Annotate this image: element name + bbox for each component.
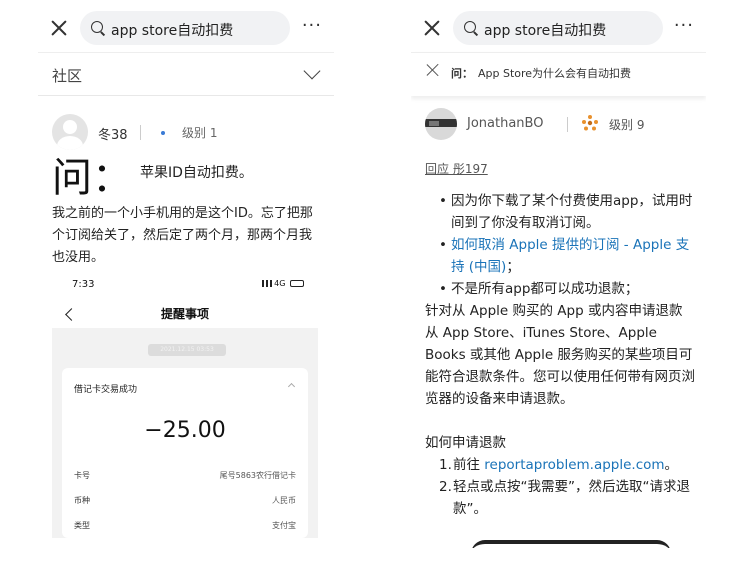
- reply-to-link[interactable]: 回应 彤197: [425, 160, 488, 177]
- level-badge-icon: [582, 115, 598, 131]
- battery-icon: [290, 280, 304, 287]
- card-row: 币种 人民币: [74, 495, 296, 506]
- more-icon[interactable]: ···: [302, 17, 322, 35]
- answer-body: 因为你下载了某个付费使用app，试用时间到了你没有取消订阅。 如何取消 Appl…: [425, 190, 695, 520]
- search-icon: [464, 21, 476, 33]
- chevron-up-icon: [287, 382, 296, 391]
- search-bar[interactable]: app store自动扣费: [453, 11, 663, 45]
- question-panel: app store自动扣费 ··· 社区 冬38 级别 1 问： 苹果ID自动扣…: [38, 0, 334, 538]
- question-breadcrumb[interactable]: 问： App Store为什么会有自动扣费: [411, 52, 706, 96]
- report-problem-link[interactable]: reportaproblem.apple.com: [484, 457, 664, 473]
- row-value: 支付宝: [272, 521, 296, 530]
- phone-date: 2021.12.15 03:53: [148, 344, 226, 356]
- search-query[interactable]: app store自动扣费: [484, 20, 606, 40]
- author-level: 级别 9: [609, 118, 645, 132]
- question-text[interactable]: App Store为什么会有自动扣费: [478, 65, 631, 81]
- author-name[interactable]: JonathanBO: [467, 116, 543, 131]
- card-row: 卡号 尾号5863农行借记卡: [74, 470, 296, 481]
- search-header: app store自动扣费 ···: [38, 9, 334, 47]
- close-icon[interactable]: [426, 63, 440, 77]
- attached-screenshot[interactable]: 7:33 4G 提醒事项 2021.12.15 03:53 借记卡交易成功 −2…: [52, 274, 318, 538]
- refund-steps: 1. 前往 reportaproblem.apple.com。 2. 轻点或点按“我…: [439, 454, 695, 520]
- embedded-image: [471, 540, 671, 548]
- card-title: 借记卡交易成功: [74, 385, 138, 395]
- list-item: 因为你下载了某个付费使用app，试用时间到了你没有取消订阅。: [439, 190, 695, 234]
- question-label: 问：: [451, 67, 473, 80]
- card-row: 类型 支付宝: [74, 520, 296, 531]
- apple-support-link[interactable]: 如何取消 Apple 提供的订阅 - Apple 支持 (中国): [451, 237, 689, 275]
- step-text: 前往: [453, 457, 485, 473]
- search-bar[interactable]: app store自动扣费: [80, 11, 290, 45]
- question-body: 我之前的一个小手机用的是这个ID。忘了把那个订阅给关了，然后定了两个月，那两个月…: [52, 206, 313, 265]
- question-marker: 问：: [52, 155, 132, 201]
- phone-title: 提醒事项: [160, 307, 209, 321]
- list-item: 1. 前往 reportaproblem.apple.com。: [439, 454, 695, 476]
- question-author: 冬38 级别 1: [52, 114, 322, 152]
- author-name[interactable]: 冬38: [98, 124, 128, 143]
- punctuation: ；: [506, 259, 520, 275]
- more-icon[interactable]: ···: [674, 17, 694, 35]
- step-number: 2.: [439, 479, 452, 495]
- transaction-amount: −25.00: [144, 418, 226, 443]
- divider: [567, 117, 568, 132]
- search-query[interactable]: app store自动扣费: [111, 20, 233, 40]
- signal-icon: [261, 280, 272, 287]
- list-item: 2. 轻点或点按“我需要”，然后选取“请求退款”。: [439, 476, 695, 520]
- community-dropdown[interactable]: 社区: [38, 52, 334, 96]
- answer-panel: app store自动扣费 ··· 问： App Store为什么会有自动扣费 …: [411, 0, 706, 548]
- row-label: 卡号: [74, 471, 90, 480]
- step-number: 1.: [439, 457, 452, 473]
- row-label: 币种: [74, 496, 90, 505]
- how-to-title: 如何申请退款: [425, 435, 506, 451]
- close-icon[interactable]: [50, 19, 68, 37]
- row-label: 类型: [74, 521, 90, 530]
- row-value: 尾号5863农行借记卡: [219, 471, 296, 480]
- divider: [140, 125, 141, 140]
- answer-bullets: 因为你下载了某个付费使用app，试用时间到了你没有取消订阅。 如何取消 Appl…: [439, 190, 695, 300]
- search-header: app store自动扣费 ···: [411, 9, 706, 47]
- close-icon[interactable]: [423, 19, 441, 37]
- search-icon: [91, 21, 103, 33]
- avatar[interactable]: [425, 108, 457, 140]
- level-icon: [161, 131, 165, 135]
- question-title: 苹果ID自动扣费。: [140, 165, 253, 181]
- network-label: 4G: [274, 279, 286, 288]
- refund-heading: 针对从 Apple 购买的 App 或内容申请退款: [425, 303, 683, 319]
- chevron-down-icon[interactable]: [303, 62, 321, 80]
- refund-description: 从 App Store、iTunes Store、Apple Books 或其他…: [425, 325, 695, 407]
- list-item: 如何取消 Apple 提供的订阅 - Apple 支持 (中国)；: [439, 234, 695, 278]
- punctuation: 。: [664, 457, 679, 473]
- phone-status: 4G: [261, 279, 304, 288]
- transaction-card: 借记卡交易成功 −25.00 卡号 尾号5863农行借记卡 币种 人民币 类型 …: [62, 368, 308, 538]
- phone-time: 7:33: [72, 279, 95, 290]
- step-text: 轻点或点按“我需要”，然后选取“请求退款”。: [453, 479, 690, 517]
- answer-author: JonathanBO 级别 9: [425, 108, 695, 142]
- row-value: 人民币: [272, 496, 296, 505]
- list-item: 不是所有app都可以成功退款；: [439, 278, 695, 300]
- author-level: 级别 1: [182, 126, 218, 140]
- avatar[interactable]: [52, 114, 88, 150]
- community-label: 社区: [52, 67, 83, 85]
